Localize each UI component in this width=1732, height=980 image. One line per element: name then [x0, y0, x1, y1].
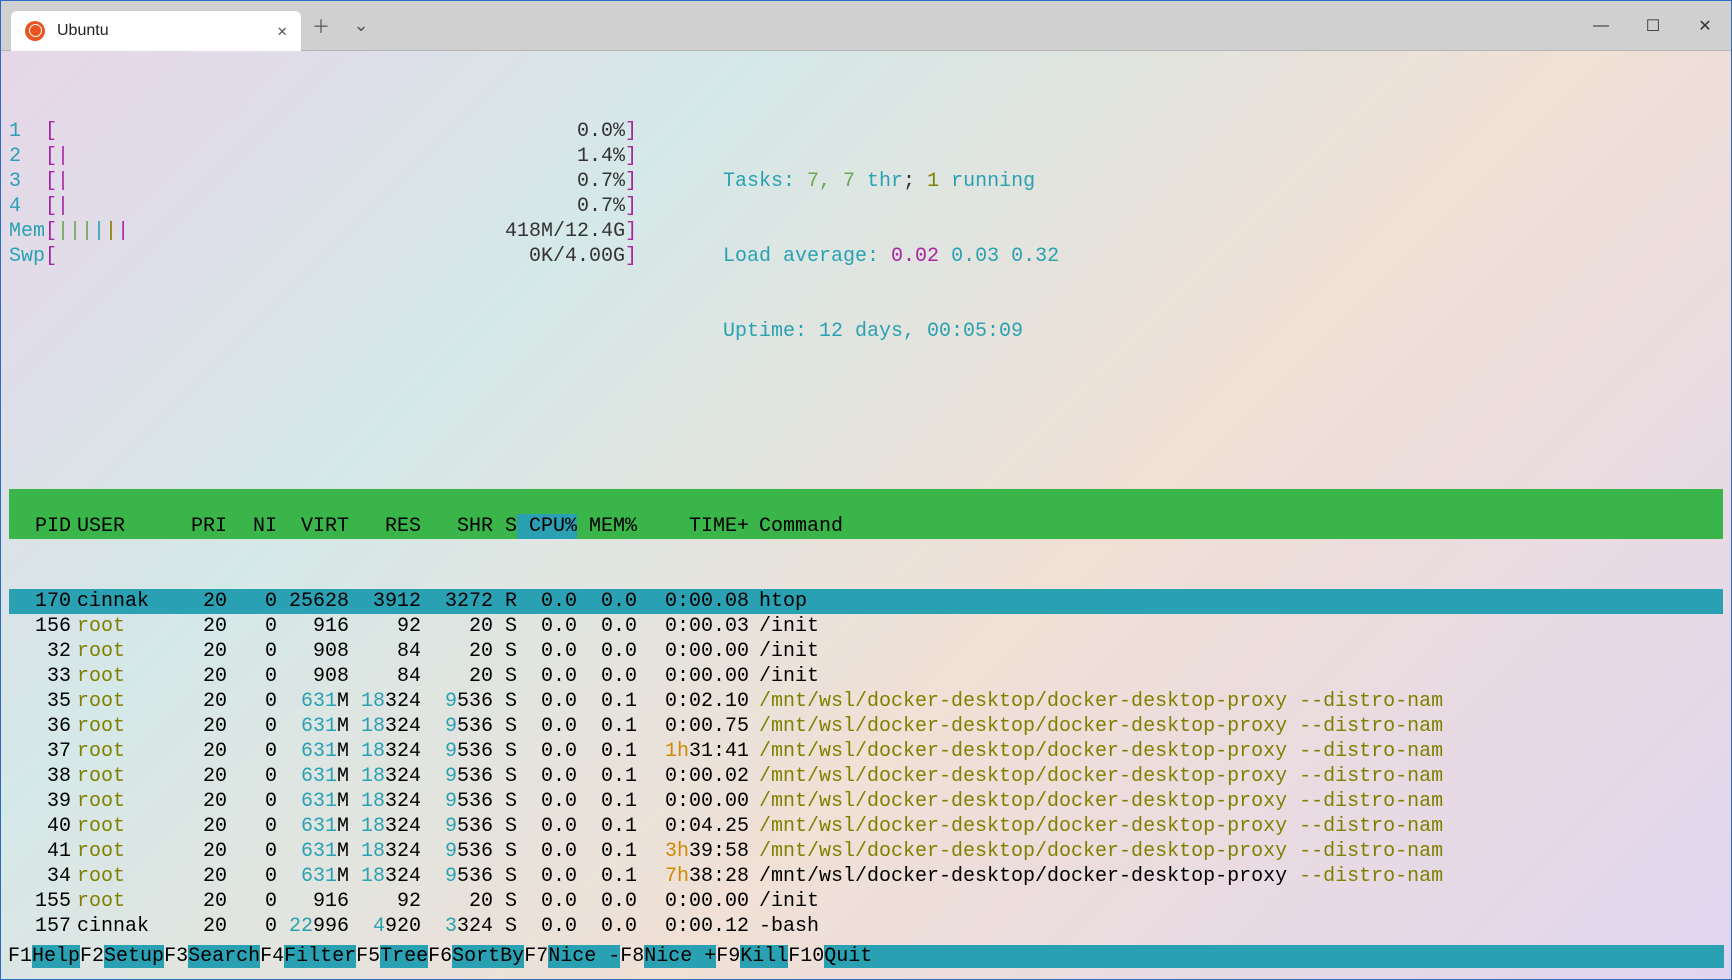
process-row[interactable]: 37root200631M183249536S0.00.11h31:41/mnt…: [9, 739, 1723, 764]
fkey-F6[interactable]: F6: [428, 945, 452, 968]
process-row[interactable]: 41root200631M183249536S0.00.13h39:58/mnt…: [9, 839, 1723, 864]
process-row[interactable]: 35root200631M183249536S0.00.10:02.10/mnt…: [9, 689, 1723, 714]
process-row[interactable]: 34root200631M183249536S0.00.17h38:28/mnt…: [9, 864, 1723, 889]
new-tab-button[interactable]: ＋: [301, 13, 341, 39]
maximize-button[interactable]: ☐: [1627, 1, 1679, 51]
flabel-F10[interactable]: Quit: [824, 945, 872, 968]
titlebar: Ubuntu ✕ ＋ ⌄ — ☐ ✕: [1, 1, 1731, 51]
fkey-F8[interactable]: F8: [620, 945, 644, 968]
flabel-F7[interactable]: Nice -: [548, 945, 620, 968]
process-row[interactable]: 157cinnak2002299649203324S0.00.00:00.12-…: [9, 914, 1723, 939]
process-table[interactable]: 170cinnak2002562839123272R0.00.00:00.08h…: [9, 589, 1723, 939]
close-tab-icon[interactable]: ✕: [277, 21, 287, 41]
ubuntu-icon: [25, 21, 45, 41]
process-row[interactable]: 32root2009088420S0.00.00:00.00/init: [9, 639, 1723, 664]
footer-fill: [872, 945, 1724, 968]
process-header-row: PIDUSERPRINIVIRTRESSHRSCPU%MEM%TIME+Comm…: [9, 489, 1723, 539]
flabel-F4[interactable]: Filter: [284, 945, 356, 968]
meters-left: 1[0.0%]2[|1.4%]3[|0.7%]4[|0.7%]Mem[|||||…: [9, 119, 709, 394]
fkey-F7[interactable]: F7: [524, 945, 548, 968]
tab-dropdown-button[interactable]: ⌄: [341, 15, 381, 36]
fkey-F2[interactable]: F2: [80, 945, 104, 968]
terminal-output[interactable]: 1[0.0%]2[|1.4%]3[|0.7%]4[|0.7%]Mem[|||||…: [1, 51, 1731, 964]
tab-ubuntu[interactable]: Ubuntu ✕: [11, 11, 301, 51]
close-window-button[interactable]: ✕: [1679, 1, 1731, 51]
flabel-F3[interactable]: Search: [188, 945, 260, 968]
minimize-button[interactable]: —: [1575, 1, 1627, 51]
flabel-F8[interactable]: Nice +: [644, 945, 716, 968]
process-row[interactable]: 36root200631M183249536S0.00.10:00.75/mnt…: [9, 714, 1723, 739]
fkey-F5[interactable]: F5: [356, 945, 380, 968]
function-key-bar: F1Help F2Setup F3SearchF4FilterF5Tree F6…: [8, 945, 1724, 968]
process-row[interactable]: 156root2009169220S0.00.00:00.03/init: [9, 614, 1723, 639]
fkey-F4[interactable]: F4: [260, 945, 284, 968]
fkey-F10[interactable]: F10: [788, 945, 824, 968]
tasks-label: Tasks:: [723, 170, 807, 193]
fkey-F3[interactable]: F3: [164, 945, 188, 968]
flabel-F1[interactable]: Help: [32, 945, 80, 968]
process-row[interactable]: 170cinnak2002562839123272R0.00.00:00.08h…: [9, 589, 1723, 614]
fkey-F1[interactable]: F1: [8, 945, 32, 968]
meters-right: Tasks: 7, 7 thr; 1 running Load average:…: [709, 119, 1059, 394]
flabel-F6[interactable]: SortBy: [452, 945, 524, 968]
process-row[interactable]: 40root200631M183249536S0.00.10:04.25/mnt…: [9, 814, 1723, 839]
uptime-label: Uptime:: [723, 320, 819, 343]
flabel-F9[interactable]: Kill: [740, 945, 788, 968]
fkey-F9[interactable]: F9: [716, 945, 740, 968]
flabel-F5[interactable]: Tree: [380, 945, 428, 968]
process-row[interactable]: 155root2009169220S0.00.00:00.00/init: [9, 889, 1723, 914]
load-label: Load average:: [723, 245, 891, 268]
tab-title: Ubuntu: [57, 22, 109, 40]
flabel-F2[interactable]: Setup: [104, 945, 164, 968]
process-row[interactable]: 33root2009088420S0.00.00:00.00/init: [9, 664, 1723, 689]
process-row[interactable]: 38root200631M183249536S0.00.10:00.02/mnt…: [9, 764, 1723, 789]
process-row[interactable]: 39root200631M183249536S0.00.10:00.00/mnt…: [9, 789, 1723, 814]
